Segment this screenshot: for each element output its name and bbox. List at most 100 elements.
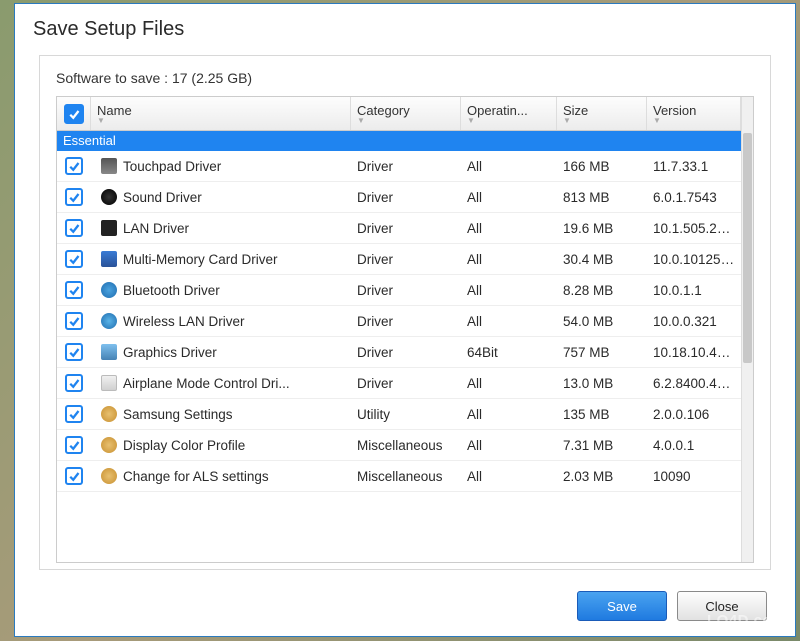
airplane-icon: [101, 375, 117, 391]
row-checkbox[interactable]: [57, 343, 91, 361]
table-row[interactable]: Bluetooth DriverDriverAll8.28 MB10.0.1.1: [57, 275, 741, 306]
row-name: Airplane Mode Control Dri...: [123, 376, 290, 391]
table-row[interactable]: Touchpad Driver DriverAll166 MB11.7.33.1: [57, 151, 741, 182]
row-checkbox[interactable]: [57, 188, 91, 206]
wlan-icon: [101, 313, 117, 329]
sound-icon: [101, 189, 117, 205]
table-row[interactable]: LAN DriverDriverAll19.6 MB10.1.505.2015: [57, 213, 741, 244]
row-name: Sound Driver: [123, 190, 202, 205]
row-name: Wireless LAN Driver: [123, 314, 245, 329]
checkbox-icon: [65, 188, 83, 206]
dialog-content: Software to save : 17 (2.25 GB) Name ▼: [15, 47, 795, 576]
checkbox-icon: [65, 219, 83, 237]
sort-icon: ▼: [563, 118, 640, 124]
table-row[interactable]: Multi-Memory Card DriverDriverAll30.4 MB…: [57, 244, 741, 275]
table-row[interactable]: Samsung Settings UtilityAll135 MB2.0.0.10…: [57, 399, 741, 430]
row-checkbox[interactable]: [57, 374, 91, 392]
sort-icon: ▼: [357, 118, 454, 124]
row-size: 813 MB: [557, 190, 647, 205]
row-name: Display Color Profile: [123, 438, 245, 453]
sort-icon: ▼: [97, 118, 344, 124]
sort-icon: ▼: [467, 118, 550, 124]
row-size: 2.03 MB: [557, 469, 647, 484]
row-os: All: [461, 190, 557, 205]
row-category: Driver: [351, 345, 461, 360]
row-name: Bluetooth Driver: [123, 283, 220, 298]
checkbox-icon: [65, 281, 83, 299]
group-essential[interactable]: Essential: [57, 131, 741, 151]
row-category: Miscellaneous: [351, 469, 461, 484]
checkbox-icon: [65, 343, 83, 361]
row-name: Touchpad Driver: [123, 159, 221, 174]
table-row[interactable]: Sound DriverDriverAll813 MB6.0.1.7543: [57, 182, 741, 213]
row-os: 64Bit: [461, 345, 557, 360]
table-row[interactable]: Wireless LAN DriverDriverAll54.0 MB10.0.…: [57, 306, 741, 337]
header-category[interactable]: Category ▼: [351, 97, 461, 130]
header-category-label: Category: [357, 103, 454, 118]
row-name: Change for ALS settings: [123, 469, 269, 484]
software-table: Name ▼ Category ▼ Operatin... ▼ Size: [56, 96, 754, 563]
row-checkbox[interactable]: [57, 312, 91, 330]
row-size: 13.0 MB: [557, 376, 647, 391]
checkbox-icon: [65, 312, 83, 330]
row-checkbox[interactable]: [57, 157, 91, 175]
row-name: Graphics Driver: [123, 345, 217, 360]
dialog-window: Save Setup Files Software to save : 17 (…: [14, 3, 796, 637]
header-os[interactable]: Operatin... ▼: [461, 97, 557, 130]
row-category: Driver: [351, 376, 461, 391]
save-button[interactable]: Save: [577, 591, 667, 621]
row-checkbox[interactable]: [57, 436, 91, 454]
sort-icon: ▼: [653, 118, 734, 124]
row-os: All: [461, 438, 557, 453]
checkbox-icon: [65, 405, 83, 423]
row-size: 166 MB: [557, 159, 647, 174]
row-os: All: [461, 407, 557, 422]
row-version: 11.7.33.1: [647, 159, 741, 174]
row-category: Driver: [351, 252, 461, 267]
row-category: Driver: [351, 159, 461, 174]
header-name[interactable]: Name ▼: [91, 97, 351, 130]
row-size: 135 MB: [557, 407, 647, 422]
row-name: Multi-Memory Card Driver: [123, 252, 278, 267]
row-os: All: [461, 159, 557, 174]
table-inner: Name ▼ Category ▼ Operatin... ▼ Size: [57, 97, 741, 562]
row-size: 7.31 MB: [557, 438, 647, 453]
table-header: Name ▼ Category ▼ Operatin... ▼ Size: [57, 97, 741, 131]
header-version[interactable]: Version ▼: [647, 97, 741, 130]
row-version: 10090: [647, 469, 741, 484]
checkbox-icon: [65, 374, 83, 392]
row-os: All: [461, 221, 557, 236]
table-row[interactable]: Airplane Mode Control Dri... DriverAll13.…: [57, 368, 741, 399]
checkbox-icon: [65, 467, 83, 485]
row-version: 10.1.505.2015: [647, 221, 741, 236]
graphics-icon: [101, 344, 117, 360]
table-row[interactable]: Display Color ProfileMiscellaneousAll7.3…: [57, 430, 741, 461]
row-version: 2.0.0.106: [647, 407, 741, 422]
vertical-scrollbar[interactable]: [741, 97, 753, 562]
row-checkbox[interactable]: [57, 405, 91, 423]
checkbox-icon: [64, 104, 84, 124]
row-category: Utility: [351, 407, 461, 422]
row-version: 6.0.1.7543: [647, 190, 741, 205]
row-version: 6.2.8400.4218: [647, 376, 741, 391]
header-size[interactable]: Size ▼: [557, 97, 647, 130]
row-size: 19.6 MB: [557, 221, 647, 236]
row-checkbox[interactable]: [57, 467, 91, 485]
row-checkbox[interactable]: [57, 219, 91, 237]
row-checkbox[interactable]: [57, 281, 91, 299]
header-os-label: Operatin...: [467, 103, 550, 118]
table-row[interactable]: Graphics DriverDriver64Bit757 MB10.18.10…: [57, 337, 741, 368]
checkbox-icon: [65, 157, 83, 175]
close-button[interactable]: Close: [677, 591, 767, 621]
header-select-all[interactable]: [57, 97, 91, 130]
row-version: 4.0.0.1: [647, 438, 741, 453]
row-os: All: [461, 376, 557, 391]
als-icon: [101, 468, 117, 484]
row-category: Driver: [351, 314, 461, 329]
row-name: Samsung Settings: [123, 407, 233, 422]
row-version: 10.0.10125.31...: [647, 252, 741, 267]
row-checkbox[interactable]: [57, 250, 91, 268]
checkbox-icon: [65, 250, 83, 268]
scrollbar-thumb[interactable]: [743, 133, 752, 363]
table-row[interactable]: Change for ALS settingsMiscellaneousAll2…: [57, 461, 741, 492]
